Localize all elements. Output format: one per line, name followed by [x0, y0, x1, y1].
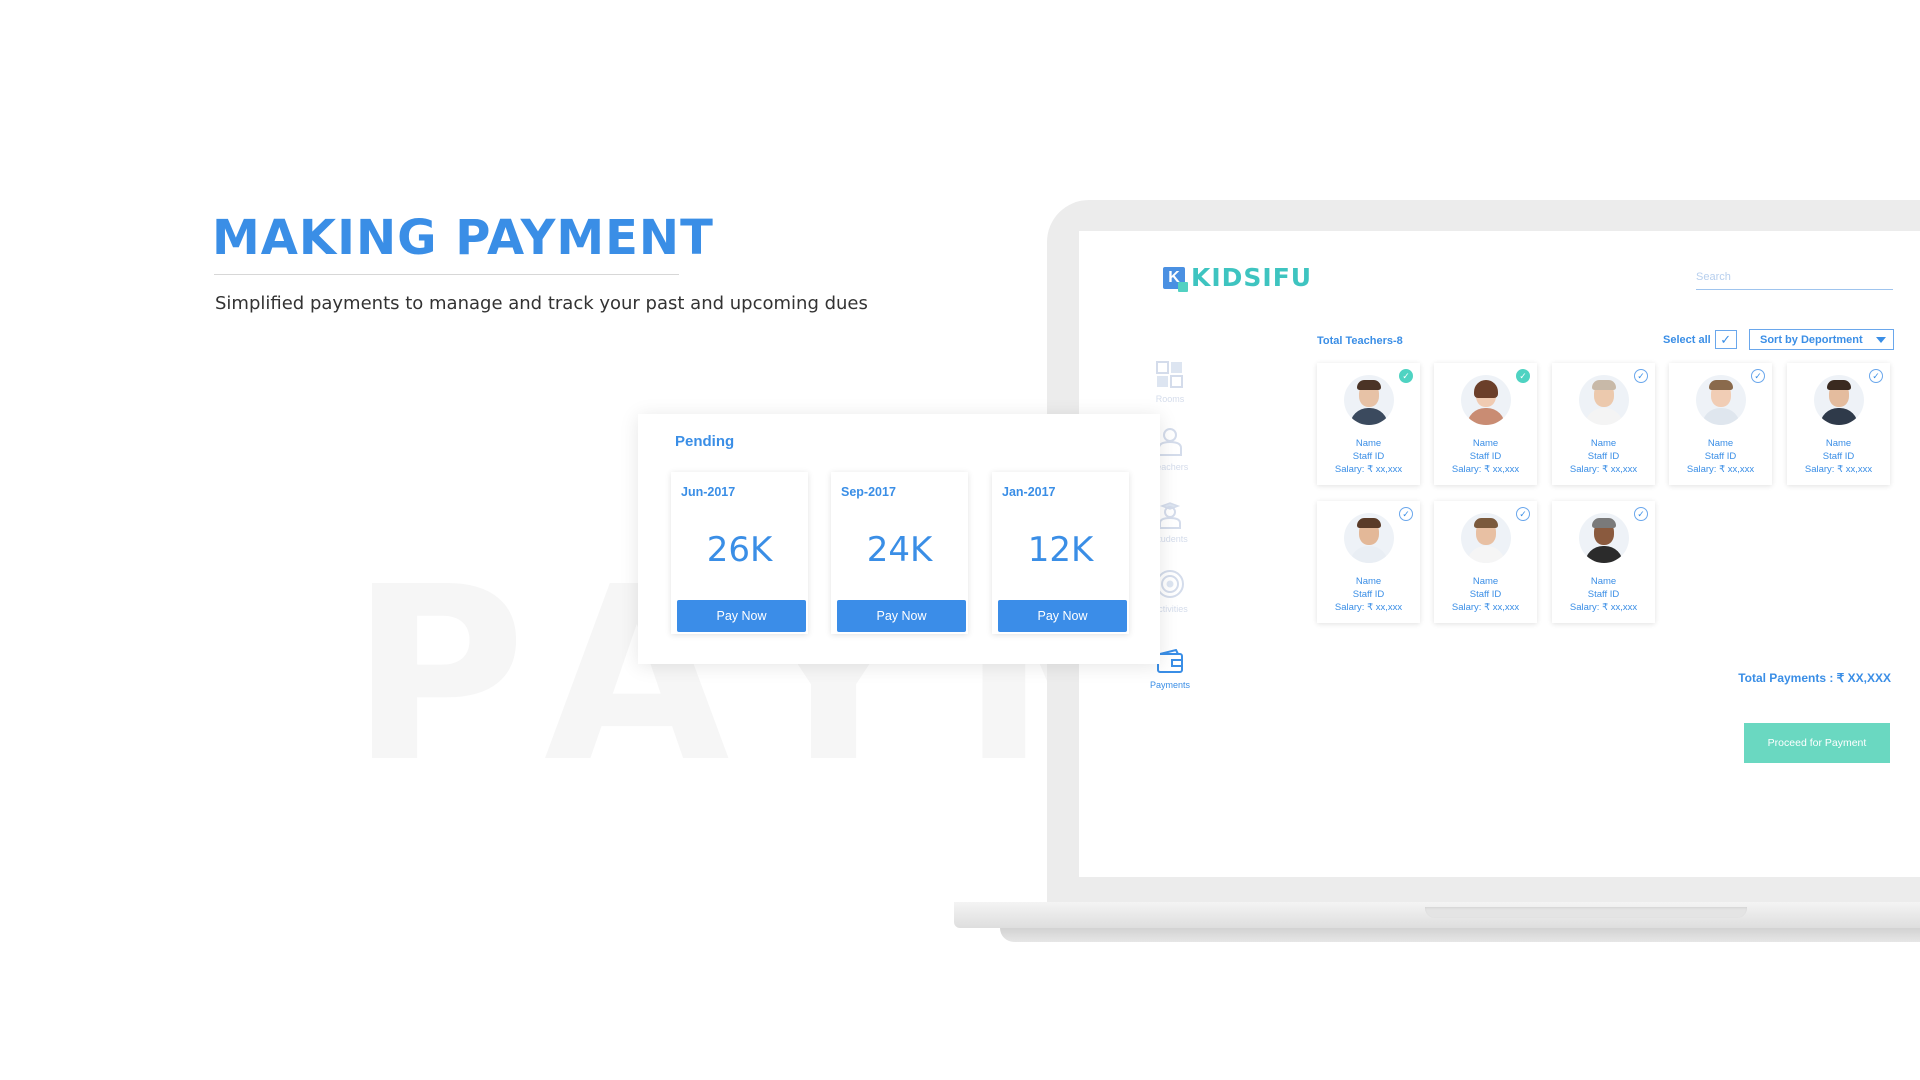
pay-now-button[interactable]: Pay Now	[677, 600, 806, 632]
teacher-staff-id: Staff ID	[1469, 451, 1502, 462]
teacher-card[interactable]: ✓ Name Staff ID Salary: ₹ xx,xxx	[1669, 363, 1772, 485]
teacher-card[interactable]: ✓ Name Staff ID Salary: ₹ xx,xxx	[1317, 363, 1420, 485]
teacher-staff-id: Staff ID	[1822, 451, 1855, 462]
teacher-salary: Salary: ₹ xx,xxx	[1569, 602, 1638, 613]
rooms-icon	[1156, 361, 1183, 388]
unselected-check-icon[interactable]: ✓	[1869, 369, 1883, 383]
teacher-salary: Salary: ₹ xx,xxx	[1334, 602, 1403, 613]
page-subtitle: Simplified payments to manage and track …	[215, 293, 868, 314]
teacher-name: Name	[1590, 576, 1617, 587]
teacher-card[interactable]: ✓ Name Staff ID Salary: ₹ xx,xxx	[1552, 363, 1655, 485]
search-input[interactable]	[1696, 271, 1893, 283]
pending-title: Pending	[675, 433, 735, 450]
pay-now-button[interactable]: Pay Now	[998, 600, 1127, 632]
sidebar-item-label: Rooms	[1155, 394, 1185, 404]
laptop-notch	[1425, 907, 1747, 918]
due-amount: 26K	[706, 530, 773, 570]
due-amount: 24K	[866, 530, 933, 570]
logo-mark-icon: K	[1163, 266, 1188, 292]
teacher-staff-id: Staff ID	[1469, 589, 1502, 600]
teacher-card[interactable]: ✓ Name Staff ID Salary: ₹ xx,xxx	[1434, 363, 1537, 485]
teacher-name: Name	[1472, 438, 1499, 449]
due-card: Jan-2017 12K Pay Now	[992, 472, 1129, 634]
sidebar-item-label: Payments	[1149, 680, 1191, 690]
teacher-name: Name	[1472, 576, 1499, 587]
due-card: Jun-2017 26K Pay Now	[671, 472, 808, 634]
page-title: MAKING PAYMENT	[212, 210, 714, 266]
due-amount: 12K	[1027, 530, 1094, 570]
proceed-for-payment-button[interactable]: Proceed for Payment	[1744, 723, 1890, 763]
teacher-name: Name	[1707, 438, 1734, 449]
teacher-salary: Salary: ₹ xx,xxx	[1569, 464, 1638, 475]
due-month: Jun-2017	[681, 485, 736, 499]
teacher-card[interactable]: ✓ Name Staff ID Salary: ₹ xx,xxx	[1434, 501, 1537, 623]
wallet-icon	[1157, 649, 1183, 673]
teacher-card[interactable]: ✓ Name Staff ID Salary: ₹ xx,xxx	[1552, 501, 1655, 623]
teachers-icon	[1158, 428, 1182, 456]
teacher-name: Name	[1355, 438, 1382, 449]
unselected-check-icon[interactable]: ✓	[1634, 369, 1648, 383]
pending-dues-panel: Pending Jun-2017 26K Pay Now Sep-2017 24…	[638, 414, 1160, 664]
students-icon	[1159, 502, 1181, 529]
canvas: PAYM MAKING PAYMENT Simplified payments …	[0, 0, 1920, 1080]
teacher-card[interactable]: ✓ Name Staff ID Salary: ₹ xx,xxx	[1787, 363, 1890, 485]
teacher-salary: Salary: ₹ xx,xxx	[1804, 464, 1873, 475]
select-all-label: Select all	[1663, 333, 1711, 346]
avatar	[1460, 375, 1511, 425]
laptop-screen: K KIDSIFU Rooms Teach	[1079, 231, 1920, 877]
laptop-base-shadow	[1000, 928, 1920, 942]
sidebar-item-rooms[interactable]: Rooms	[1139, 361, 1201, 404]
total-payments-label: Total Payments : ₹ XX,XXX	[1738, 671, 1891, 685]
teacher-name: Name	[1355, 576, 1382, 587]
teacher-salary: Salary: ₹ xx,xxx	[1686, 464, 1755, 475]
teacher-salary: Salary: ₹ xx,xxx	[1334, 464, 1403, 475]
avatar	[1578, 375, 1629, 425]
avatar	[1343, 375, 1394, 425]
unselected-check-icon[interactable]: ✓	[1399, 507, 1413, 521]
brand-logo[interactable]: K KIDSIFU	[1163, 263, 1312, 292]
sort-dropdown-value: Sort by Deportment	[1760, 333, 1863, 346]
teacher-staff-id: Staff ID	[1587, 451, 1620, 462]
teacher-name: Name	[1825, 438, 1852, 449]
due-month: Sep-2017	[841, 485, 896, 499]
teacher-name: Name	[1590, 438, 1617, 449]
due-card: Sep-2017 24K Pay Now	[831, 472, 968, 634]
teacher-staff-id: Staff ID	[1352, 589, 1385, 600]
avatar	[1460, 513, 1511, 563]
unselected-check-icon[interactable]: ✓	[1751, 369, 1765, 383]
teacher-staff-id: Staff ID	[1352, 451, 1385, 462]
avatar	[1813, 375, 1864, 425]
teacher-staff-id: Staff ID	[1704, 451, 1737, 462]
due-month: Jan-2017	[1002, 485, 1056, 499]
brand-name: KIDSIFU	[1191, 263, 1313, 292]
chevron-down-icon	[1876, 336, 1886, 343]
avatar	[1578, 513, 1629, 563]
total-teachers-label: Total Teachers-8	[1317, 335, 1403, 347]
title-divider	[214, 274, 679, 275]
pay-now-button[interactable]: Pay Now	[837, 600, 966, 632]
avatar	[1695, 375, 1746, 425]
select-all-checkbox[interactable]: ✓	[1714, 330, 1737, 349]
unselected-check-icon[interactable]: ✓	[1634, 507, 1648, 521]
unselected-check-icon[interactable]: ✓	[1516, 507, 1530, 521]
teacher-card[interactable]: ✓ Name Staff ID Salary: ₹ xx,xxx	[1317, 501, 1420, 623]
search-box	[1696, 267, 1893, 290]
sort-dropdown[interactable]: Sort by Deportment	[1749, 329, 1894, 350]
teacher-salary: Salary: ₹ xx,xxx	[1451, 464, 1520, 475]
teacher-staff-id: Staff ID	[1587, 589, 1620, 600]
avatar	[1343, 513, 1394, 563]
selected-check-icon[interactable]: ✓	[1516, 369, 1530, 383]
selected-check-icon[interactable]: ✓	[1399, 369, 1413, 383]
teacher-salary: Salary: ₹ xx,xxx	[1451, 602, 1520, 613]
select-all-control[interactable]: Select all ✓	[1663, 330, 1737, 349]
